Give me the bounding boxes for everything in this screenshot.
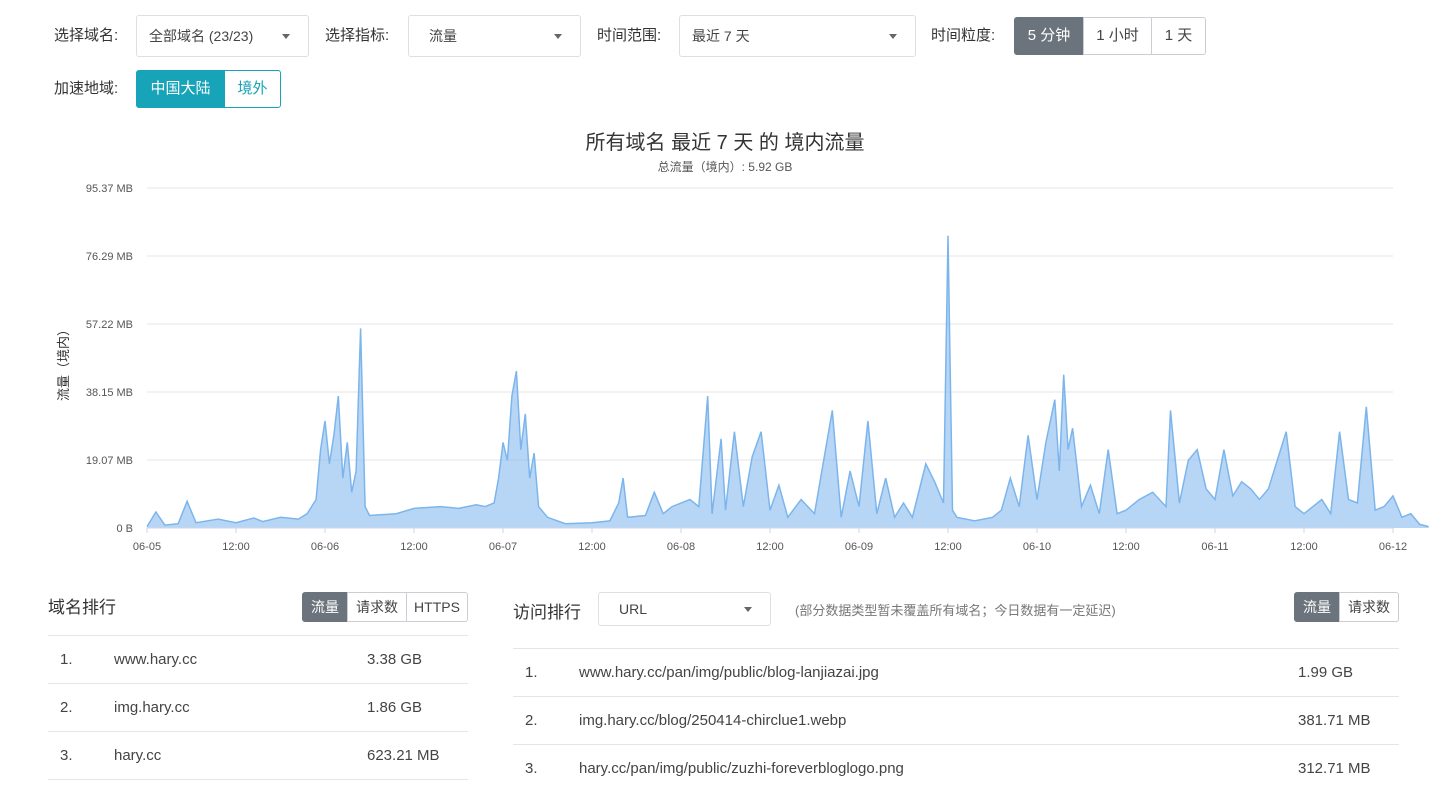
y-tick-label: 95.37 MB <box>86 183 133 195</box>
x-tick-label: 12:00 <box>222 541 250 553</box>
y-tick-label: 76.29 MB <box>86 251 133 263</box>
x-tick-label: 12:00 <box>400 541 428 553</box>
domain-rank-row[interactable]: 3. hary.cc 623.21 MB <box>48 731 468 780</box>
rank-number: 2. <box>60 699 73 716</box>
x-tick-label: 06-10 <box>1023 541 1051 553</box>
x-tick-label: 12:00 <box>578 541 606 553</box>
x-tick-label: 12:00 <box>934 541 962 553</box>
y-tick-label: 57.22 MB <box>86 319 133 331</box>
visit-rank-row[interactable]: 2. img.hary.cc/blog/250414-chirclue1.web… <box>513 696 1399 745</box>
domain-rank-tab-https[interactable]: HTTPS <box>406 592 468 622</box>
visit-rank-note: (部分数据类型暂未覆盖所有域名；今日数据有一定延迟) <box>795 603 1116 618</box>
x-tick-label: 12:00 <box>756 541 784 553</box>
domain-rank-tab-traffic[interactable]: 流量 <box>302 592 348 622</box>
domain-name: www.hary.cc <box>114 651 198 668</box>
x-tick-label: 12:00 <box>1112 541 1140 553</box>
visit-url: hary.cc/pan/img/public/zuzhi-foreverblog… <box>579 760 904 777</box>
domain-rank-tabs: 流量 请求数 HTTPS <box>302 592 468 622</box>
domain-traffic: 623.21 MB <box>367 747 440 764</box>
domain-traffic: 1.86 GB <box>367 699 423 716</box>
x-tick-label: 06-11 <box>1201 541 1228 553</box>
visit-rank-tab-traffic[interactable]: 流量 <box>1294 592 1340 622</box>
domain-name: img.hary.cc <box>114 699 190 716</box>
y-tick-label: 0 B <box>116 523 133 535</box>
caret-down-icon <box>744 607 752 612</box>
rank-number: 3. <box>60 747 73 764</box>
visit-rank-title: 访问排行 <box>513 603 581 622</box>
y-tick-label: 19.07 MB <box>86 455 133 467</box>
rank-number: 1. <box>60 651 73 668</box>
domain-rank-title: 域名排行 <box>48 598 116 617</box>
domain-rank-row[interactable]: 1. www.hary.cc 3.38 GB <box>48 635 468 684</box>
rank-number: 1. <box>525 664 538 681</box>
domain-traffic: 3.38 GB <box>367 651 423 668</box>
x-tick-label: 06-09 <box>845 541 873 553</box>
x-tick-label: 06-12 <box>1379 541 1407 553</box>
visit-rank-tabs: 流量 请求数 <box>1294 592 1399 622</box>
visit-url: img.hary.cc/blog/250414-chirclue1.webp <box>579 712 847 729</box>
y-tick-label: 38.15 MB <box>86 387 133 399</box>
x-tick-label: 06-05 <box>133 541 161 553</box>
y-axis-label: 流量（境内） <box>56 323 71 401</box>
visit-url: www.hary.cc/pan/img/public/blog-lanjiaza… <box>579 664 879 681</box>
visit-rank-row[interactable]: 3. hary.cc/pan/img/public/zuzhi-foreverb… <box>513 744 1399 783</box>
x-tick-label: 12:00 <box>1290 541 1318 553</box>
x-tick-label: 06-07 <box>489 541 517 553</box>
x-tick-label: 06-06 <box>311 541 339 553</box>
traffic-chart: 0 B 19.07 MB 38.15 MB 57.22 MB 76.29 MB 95.37… <box>56 183 1429 553</box>
visit-traffic: 1.99 GB <box>1298 664 1354 681</box>
domain-rank-tab-requests[interactable]: 请求数 <box>347 592 407 622</box>
chart-grid <box>147 187 1393 461</box>
x-axis-ticks: 06-05 12:00 06-06 12:00 06-07 12:00 06-08 12:00… <box>133 528 1407 553</box>
domain-rank-row[interactable]: 2. img.hary.cc 1.86 GB <box>48 683 468 732</box>
rank-number: 2. <box>525 712 538 729</box>
domain-name: hary.cc <box>114 747 162 764</box>
rank-number: 3. <box>525 760 538 777</box>
y-axis-ticks: 0 B 19.07 MB 38.15 MB 57.22 MB 76.29 MB 95.37… <box>86 183 133 535</box>
visit-rank-type-value: URL <box>619 601 648 617</box>
visit-rank-type-select[interactable]: URL <box>598 592 771 626</box>
visit-rank-row[interactable]: 1. www.hary.cc/pan/img/public/blog-lanji… <box>513 648 1399 697</box>
traffic-area-series <box>147 235 1429 528</box>
visit-traffic: 381.71 MB <box>1298 712 1371 729</box>
visit-traffic: 312.71 MB <box>1298 760 1371 777</box>
visit-rank-tab-requests[interactable]: 请求数 <box>1339 592 1399 622</box>
x-tick-label: 06-08 <box>667 541 695 553</box>
